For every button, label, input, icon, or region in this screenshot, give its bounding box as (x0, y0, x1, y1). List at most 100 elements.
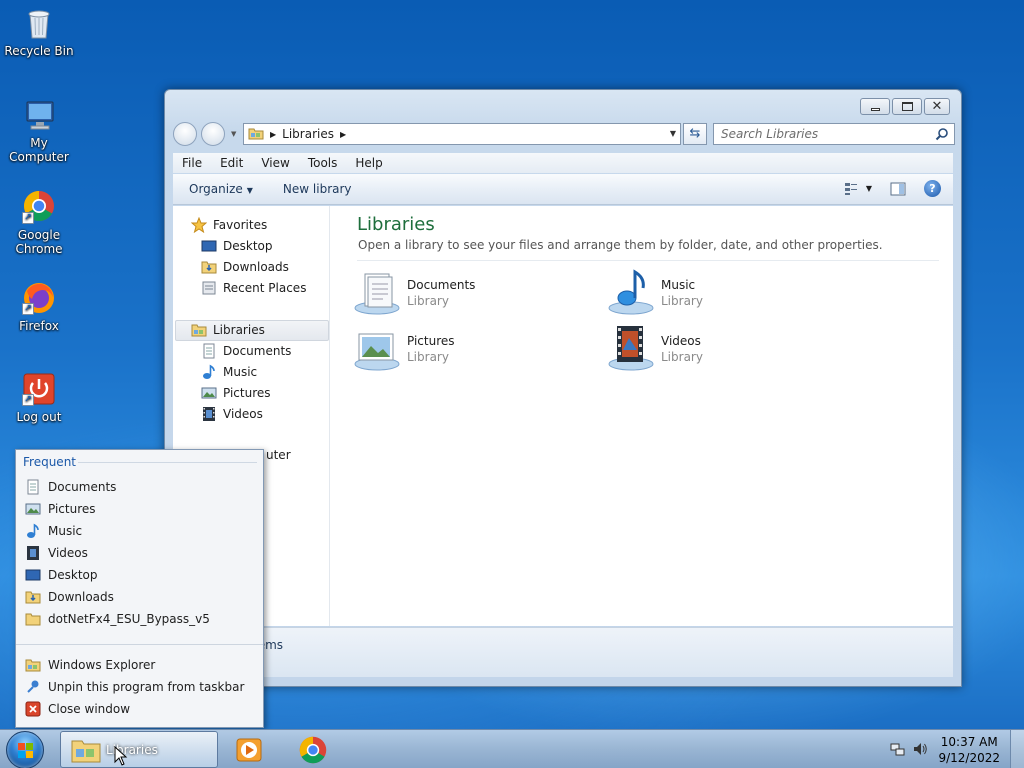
menu-view[interactable]: View (252, 156, 298, 170)
jump-item-label: Documents (48, 480, 117, 494)
library-type: Library (661, 350, 703, 364)
desktop-icon-my-computer[interactable]: My Computer (0, 98, 78, 164)
breadcrumb-chevron-icon[interactable]: ▶ (340, 130, 346, 139)
chrome-icon (299, 736, 327, 764)
navigation-row: ▼ ▶ Libraries ▶ ▼ ⇆ Search Libraries (173, 121, 955, 147)
desktop-icon-label: Recycle Bin (4, 44, 74, 58)
jump-item-dotnetfx4-folder[interactable]: dotNetFx4_ESU_Bypass_v5 (25, 611, 210, 627)
library-documents[interactable]: Documents Library (353, 268, 475, 316)
minimize-button[interactable] (860, 98, 890, 115)
divider (78, 462, 257, 463)
jump-item-label: Pictures (48, 502, 96, 516)
jump-item-label: dotNetFx4_ESU_Bypass_v5 (48, 612, 210, 626)
show-desktop-button[interactable] (1010, 730, 1024, 768)
forward-button[interactable] (201, 122, 225, 146)
close-button[interactable]: ✕ (924, 98, 950, 115)
videos-library-icon (607, 324, 655, 372)
close-window-icon (25, 701, 41, 717)
desktop-icon-label: Google Chrome (15, 228, 63, 256)
system-tray: 10:37 AM 9/12/2022 (884, 730, 1024, 768)
nav-computer[interactable]: uter (266, 448, 291, 462)
menu-bar: File Edit View Tools Help (173, 153, 953, 173)
pictures-library-icon (353, 324, 401, 372)
preview-pane-icon[interactable] (890, 182, 906, 196)
star-icon (190, 216, 208, 234)
library-name: Music (661, 278, 696, 292)
nav-music[interactable]: Music (201, 364, 257, 380)
library-music[interactable]: Music Library (607, 268, 703, 316)
documents-icon (25, 479, 41, 495)
back-button[interactable] (173, 122, 197, 146)
help-icon[interactable]: ? (924, 180, 941, 197)
menu-tools[interactable]: Tools (299, 156, 347, 170)
desktop-icon-recycle-bin[interactable]: Recycle Bin (0, 6, 78, 58)
desktop-icon (201, 238, 217, 254)
jump-item-music[interactable]: Music (25, 523, 82, 539)
nav-videos[interactable]: Videos (201, 406, 263, 422)
jump-task-close-window[interactable]: Close window (25, 701, 130, 717)
recycle-bin-icon (22, 6, 56, 40)
chevron-down-icon: ▼ (246, 186, 253, 195)
address-bar[interactable]: ▶ Libraries ▶ ▼ (243, 123, 681, 145)
jump-item-desktop[interactable]: Desktop (25, 567, 98, 583)
breadcrumb-chevron-icon[interactable]: ▶ (270, 130, 276, 139)
nav-libraries[interactable]: Libraries (191, 322, 265, 338)
nav-desktop[interactable]: Desktop (201, 238, 273, 254)
pictures-icon (201, 385, 217, 401)
library-name: Pictures (407, 334, 455, 348)
start-button[interactable] (6, 731, 44, 768)
music-library-icon (607, 268, 655, 316)
desktop-icon-google-chrome[interactable]: ↗ Google Chrome (0, 190, 78, 256)
windows-logo-icon (18, 743, 33, 758)
menu-file[interactable]: File (173, 156, 211, 170)
explorer-icon (25, 657, 41, 673)
downloads-folder-icon (25, 589, 41, 605)
jump-task-label: Close window (48, 702, 131, 716)
libraries-folder-icon (248, 126, 264, 143)
clock[interactable]: 10:37 AM 9/12/2022 (938, 734, 1000, 766)
nav-pictures[interactable]: Pictures (201, 385, 271, 401)
content-pane: Libraries Open a library to see your fil… (349, 206, 953, 626)
explorer-window: ✕ ▼ ▶ Libraries ▶ ▼ ⇆ Search Libraries F… (164, 89, 962, 687)
music-icon (25, 523, 41, 539)
library-pictures[interactable]: Pictures Library (353, 324, 455, 372)
library-videos[interactable]: Videos Library (607, 324, 703, 372)
refresh-button[interactable]: ⇆ (683, 123, 707, 145)
taskbar-media-player-button[interactable] (233, 731, 265, 768)
refresh-icon: ⇆ (689, 126, 701, 141)
jump-item-documents[interactable]: Documents (25, 479, 116, 495)
view-options-dropdown-icon[interactable]: ▼ (866, 184, 872, 193)
nav-documents[interactable]: Documents (201, 343, 291, 359)
search-icon[interactable] (935, 127, 949, 144)
log-out-icon: ↗ (22, 372, 56, 406)
nav-favorites[interactable]: Favorites (190, 216, 267, 234)
maximize-button[interactable] (892, 98, 922, 115)
taskbar-explorer-button[interactable]: Libraries (60, 731, 218, 768)
search-box[interactable]: Search Libraries (713, 123, 955, 145)
taskbar-chrome-button[interactable] (296, 731, 330, 768)
jump-item-pictures[interactable]: Pictures (25, 501, 96, 517)
new-library-label: New library (282, 182, 352, 196)
volume-icon[interactable] (912, 741, 928, 760)
menu-help[interactable]: Help (346, 156, 391, 170)
jump-task-unpin[interactable]: Unpin this program from taskbar (25, 679, 244, 695)
nav-videos-label: Videos (223, 407, 263, 421)
desktop-icon-firefox[interactable]: ↗ Firefox (0, 281, 78, 333)
jump-item-videos[interactable]: Videos (25, 545, 88, 561)
organize-button[interactable]: Organize ▼ (173, 182, 261, 196)
nav-downloads[interactable]: Downloads (201, 259, 289, 275)
desktop-icon-log-out[interactable]: ↗ Log out (0, 372, 78, 424)
recent-pages-dropdown[interactable]: ▼ (231, 130, 236, 138)
nav-recent-places[interactable]: Recent Places (201, 280, 306, 296)
menu-edit[interactable]: Edit (211, 156, 252, 170)
change-view-icon[interactable] (844, 182, 860, 196)
jump-item-label: Desktop (48, 568, 98, 582)
breadcrumb-libraries[interactable]: Libraries (282, 127, 334, 141)
network-icon[interactable] (890, 741, 906, 760)
command-bar: Organize ▼ New library ▼ ? (173, 174, 953, 205)
jump-task-windows-explorer[interactable]: Windows Explorer (25, 657, 155, 673)
address-dropdown-icon[interactable]: ▼ (670, 129, 676, 138)
jump-item-downloads[interactable]: Downloads (25, 589, 114, 605)
page-title: Libraries (357, 214, 435, 235)
new-library-button[interactable]: New library (261, 182, 360, 196)
